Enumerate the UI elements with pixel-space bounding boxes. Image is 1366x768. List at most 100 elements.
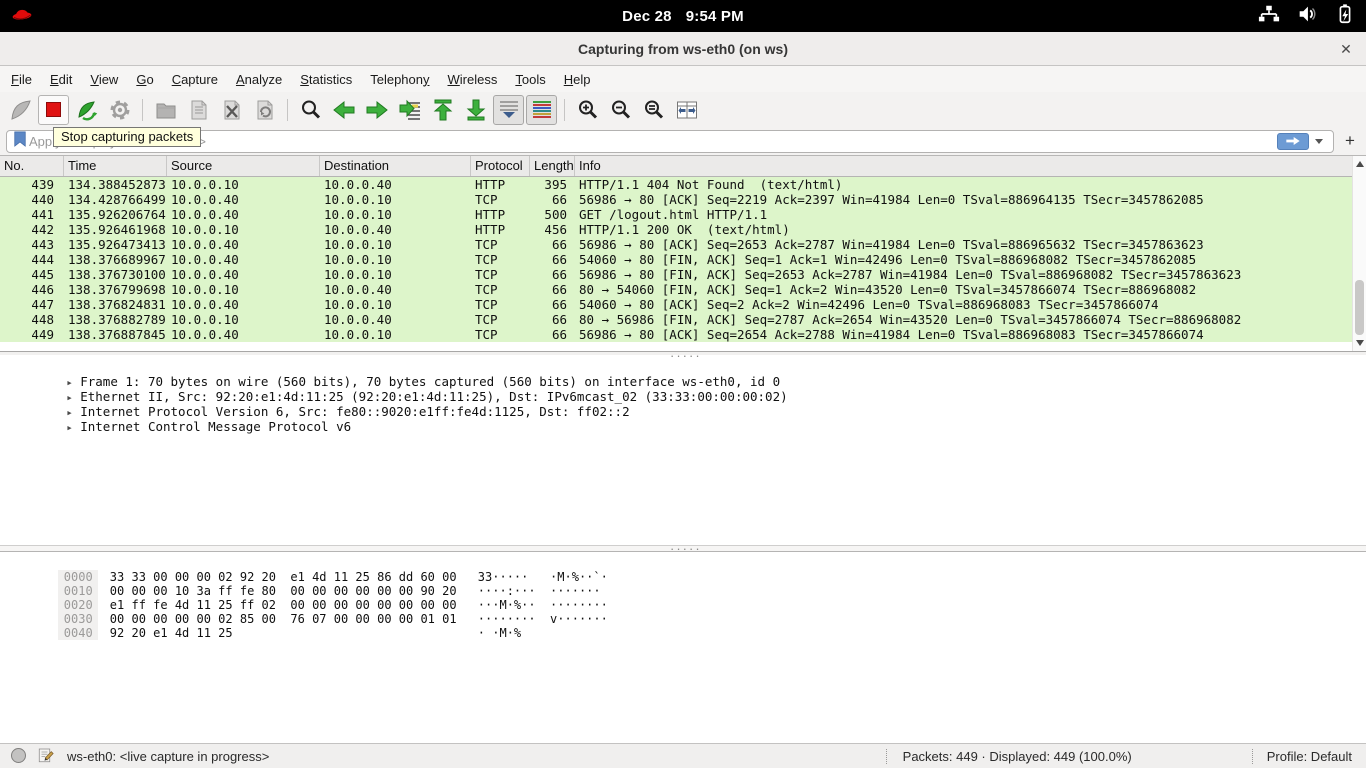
hex-offset: 0000 bbox=[58, 570, 98, 584]
wireshark-window: Dec 28 9:54 PM bbox=[0, 0, 1366, 768]
close-button[interactable] bbox=[1336, 39, 1356, 59]
zoom-out-button[interactable] bbox=[605, 95, 636, 125]
menu-item[interactable]: View bbox=[81, 68, 127, 91]
battery-charging-icon[interactable] bbox=[1334, 3, 1356, 30]
capture-options-button[interactable] bbox=[104, 95, 135, 125]
capture-status-text: ws-eth0: <live capture in progress> bbox=[67, 749, 269, 764]
add-filter-button[interactable] bbox=[1340, 131, 1360, 151]
menu-item[interactable]: Analyze bbox=[227, 68, 291, 91]
colorize-button[interactable] bbox=[526, 95, 557, 125]
go-first-button[interactable] bbox=[427, 95, 458, 125]
column-header-protocol[interactable]: Protocol bbox=[471, 156, 530, 176]
packet-row[interactable]: 445 138.376730100 10.0.0.40 10.0.0.10 TC… bbox=[0, 267, 1352, 282]
hex-offset: 0020 bbox=[58, 598, 98, 612]
close-file-button bbox=[216, 95, 247, 125]
open-file-button bbox=[150, 95, 181, 125]
column-header-no[interactable]: No. bbox=[0, 156, 64, 176]
hex-row[interactable]: 000033 33 00 00 00 02 92 20 e1 4d 11 25 … bbox=[0, 556, 1366, 570]
column-header-time[interactable]: Time bbox=[64, 156, 167, 176]
go-last-button[interactable] bbox=[460, 95, 491, 125]
menu-item[interactable]: Capture bbox=[163, 68, 227, 91]
hex-ascii: ····:··· ······· bbox=[478, 584, 608, 598]
scroll-down-icon[interactable] bbox=[1356, 340, 1364, 346]
menu-item[interactable]: Statistics bbox=[291, 68, 361, 91]
start-capture-button bbox=[5, 95, 36, 125]
packet-counts: Packets: 449 · Displayed: 449 (100.0%) bbox=[886, 749, 1132, 764]
expand-arrow-icon[interactable] bbox=[66, 405, 80, 420]
capture-comment-icon[interactable] bbox=[37, 746, 55, 767]
status-bar: ws-eth0: <live capture in progress> Pack… bbox=[0, 743, 1366, 768]
packet-row[interactable]: 441 135.926206764 10.0.0.40 10.0.0.10 HT… bbox=[0, 207, 1352, 222]
toolbar-separator bbox=[142, 99, 143, 121]
auto-scroll-button[interactable] bbox=[493, 95, 524, 125]
packet-row[interactable]: 444 138.376689967 10.0.0.40 10.0.0.10 TC… bbox=[0, 252, 1352, 267]
menu-item[interactable]: Go bbox=[127, 68, 162, 91]
packet-row[interactable]: 442 135.926461968 10.0.0.10 10.0.0.40 HT… bbox=[0, 222, 1352, 237]
column-header-source[interactable]: Source bbox=[167, 156, 320, 176]
menu-item[interactable]: File bbox=[2, 68, 41, 91]
menu-item[interactable]: Tools bbox=[506, 68, 554, 91]
window-titlebar: Capturing from ws-eth0 (on ws) bbox=[0, 32, 1366, 66]
pane-splitter[interactable]: ····· bbox=[0, 352, 1366, 355]
restart-capture-button[interactable] bbox=[71, 95, 102, 125]
window-title: Capturing from ws-eth0 (on ws) bbox=[578, 41, 788, 57]
menu-bar: File Edit View Go Capture Analyze Statis… bbox=[0, 66, 1366, 92]
packet-list-scrollbar[interactable] bbox=[1352, 156, 1366, 351]
bookmark-icon[interactable] bbox=[11, 130, 29, 153]
expand-arrow-icon[interactable] bbox=[66, 390, 80, 405]
network-wired-icon[interactable] bbox=[1258, 3, 1280, 30]
scroll-up-icon[interactable] bbox=[1356, 161, 1364, 167]
stop-capture-button[interactable] bbox=[38, 95, 69, 125]
pane-splitter[interactable]: ····· bbox=[0, 545, 1366, 552]
resize-columns-button[interactable] bbox=[671, 95, 702, 125]
packet-row[interactable]: 446 138.376799698 10.0.0.10 10.0.0.40 TC… bbox=[0, 282, 1352, 297]
packet-row[interactable]: 439 134.388452873 10.0.0.10 10.0.0.40 HT… bbox=[0, 177, 1352, 192]
go-forward-button[interactable] bbox=[361, 95, 392, 125]
display-filter-field[interactable] bbox=[6, 130, 1334, 153]
packet-row[interactable]: 440 134.428766499 10.0.0.40 10.0.0.10 TC… bbox=[0, 192, 1352, 207]
hex-dump-pane: 0000 33 33 00 00 00 02 92 20 e1 4d 11 25 … bbox=[0, 552, 1366, 743]
column-header-destination[interactable]: Destination bbox=[320, 156, 471, 176]
packet-row[interactable]: 449 138.376887845 10.0.0.40 10.0.0.10 TC… bbox=[0, 327, 1352, 342]
packet-row[interactable]: 447 138.376824831 10.0.0.40 10.0.0.10 TC… bbox=[0, 297, 1352, 312]
filter-dropdown-caret[interactable] bbox=[1315, 139, 1323, 144]
hex-ascii: 33····· ·M·%··`· bbox=[478, 570, 608, 584]
hex-offset: 0010 bbox=[58, 584, 98, 598]
column-header-length[interactable]: Length bbox=[530, 156, 575, 176]
main-toolbar bbox=[0, 92, 1366, 127]
reload-file-button bbox=[249, 95, 280, 125]
expert-info-icon[interactable] bbox=[10, 747, 27, 767]
menu-item[interactable]: Telephony bbox=[361, 68, 438, 91]
zoom-in-button[interactable] bbox=[572, 95, 603, 125]
packet-details-pane: Frame 1: 70 bytes on wire (560 bits), 70… bbox=[0, 355, 1366, 545]
find-packet-button[interactable] bbox=[295, 95, 326, 125]
menu-item[interactable]: Edit bbox=[41, 68, 81, 91]
expand-arrow-icon[interactable] bbox=[66, 375, 80, 390]
go-to-packet-button[interactable] bbox=[394, 95, 425, 125]
packet-row[interactable]: 448 138.376882789 10.0.0.10 10.0.0.40 TC… bbox=[0, 312, 1352, 327]
clock[interactable]: Dec 28 9:54 PM bbox=[622, 8, 744, 25]
stop-icon bbox=[46, 102, 61, 117]
profile-selector[interactable]: Profile: Default bbox=[1252, 749, 1356, 764]
filter-apply-button[interactable] bbox=[1277, 133, 1309, 150]
scrollbar-thumb[interactable] bbox=[1355, 280, 1364, 335]
expand-arrow-icon[interactable] bbox=[66, 420, 80, 435]
redhat-fedora-logo-icon[interactable] bbox=[10, 2, 34, 31]
zoom-reset-button[interactable] bbox=[638, 95, 669, 125]
hex-bytes: 00 00 00 00 00 02 85 00 76 07 00 00 00 0… bbox=[110, 612, 478, 626]
volume-icon[interactable] bbox=[1296, 3, 1318, 30]
hex-ascii: · ·M·% bbox=[478, 626, 521, 640]
display-filter-input[interactable] bbox=[29, 134, 1273, 149]
menu-item[interactable]: Wireless bbox=[439, 68, 507, 91]
save-file-button bbox=[183, 95, 214, 125]
clock-date: Dec 28 bbox=[622, 8, 672, 25]
hex-bytes: 92 20 e1 4d 11 25 bbox=[110, 626, 478, 640]
hex-bytes: 33 33 00 00 00 02 92 20 e1 4d 11 25 86 d… bbox=[110, 570, 478, 584]
hex-ascii: ···M·%·· ········ bbox=[478, 598, 608, 612]
packet-list-pane: No. Time Source Destination Protocol Len… bbox=[0, 156, 1366, 352]
hex-bytes: 00 00 00 10 3a ff fe 80 00 00 00 00 00 0… bbox=[110, 584, 478, 598]
column-header-info[interactable]: Info bbox=[575, 156, 1366, 176]
menu-item[interactable]: Help bbox=[555, 68, 600, 91]
go-back-button[interactable] bbox=[328, 95, 359, 125]
packet-row[interactable]: 443 135.926473413 10.0.0.40 10.0.0.10 TC… bbox=[0, 237, 1352, 252]
